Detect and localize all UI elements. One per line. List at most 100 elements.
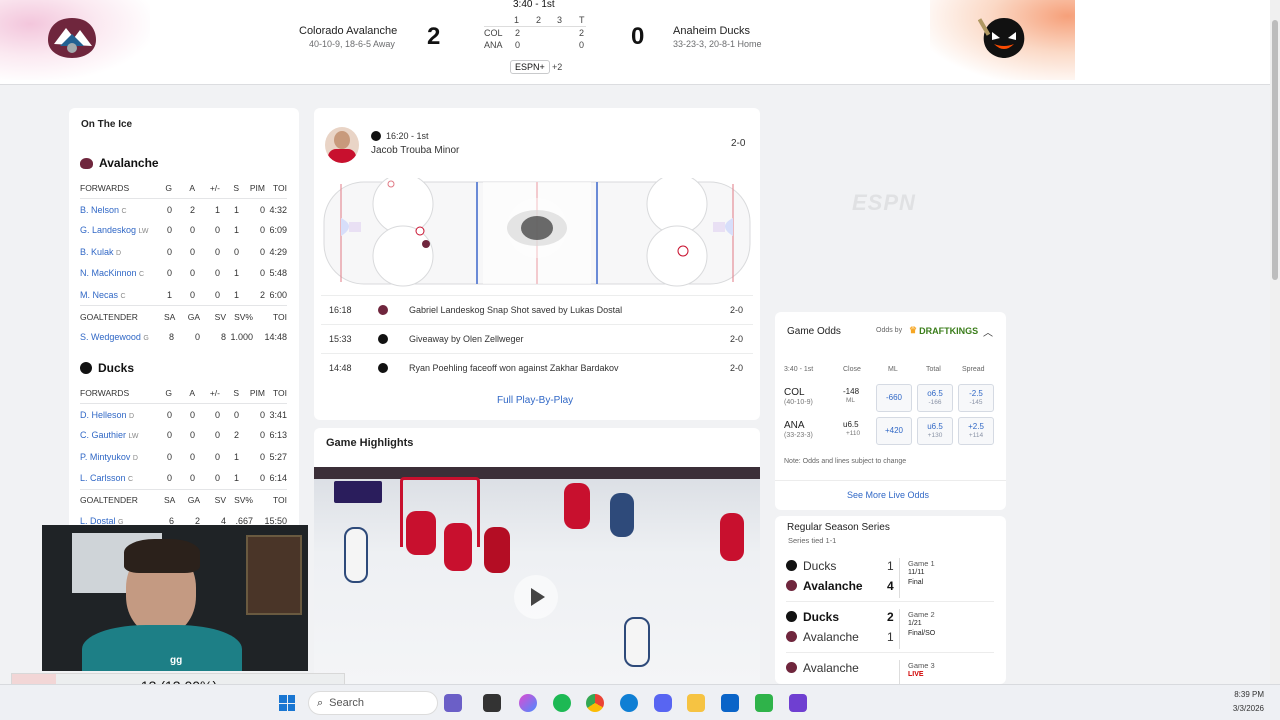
col-header: A: [189, 182, 195, 193]
play-time: 14:48: [329, 363, 352, 373]
play-row[interactable]: 16:18 Gabriel Landeskog Snap Shot saved b…: [321, 295, 753, 324]
player-name-link[interactable]: N. MacKinnon C: [80, 268, 164, 278]
series-game-status: Final: [908, 579, 924, 586]
windows-taskbar: ⌕ Search 8:39 PM 3/3/2026: [0, 684, 1280, 720]
player-name[interactable]: P. Mintyukov: [80, 452, 130, 462]
player-name[interactable]: B. Kulak: [80, 247, 114, 257]
discord-icon[interactable]: [654, 694, 672, 712]
video-broadcast-logo: [334, 481, 382, 503]
player-name-link[interactable]: B. Nelson C: [80, 205, 164, 215]
widgets-app-icon[interactable]: [444, 694, 462, 712]
highlight-video[interactable]: [314, 467, 760, 684]
player-name-link[interactable]: L. Carlsson C: [80, 473, 164, 483]
col-header: SA: [164, 495, 176, 506]
player-name[interactable]: B. Nelson: [80, 205, 119, 215]
odds-provider: DRAFTKINGS: [919, 325, 979, 336]
odds-moneyline-button[interactable]: +420: [876, 417, 912, 445]
forwards-header-row: FORWARDS G A +/- S PIM TOI: [80, 177, 287, 198]
series-team-score: 1: [887, 558, 894, 573]
spotify-icon[interactable]: [553, 694, 571, 712]
broadcast-more[interactable]: +2: [552, 62, 562, 72]
player-name-link[interactable]: S. Wedgewood G: [80, 332, 164, 342]
col-header: S: [233, 387, 239, 398]
avalanche-mini-logo-icon: [367, 305, 399, 315]
odds-spread-button[interactable]: -2.5 -145: [958, 384, 994, 412]
player-name[interactable]: L. Carlsson: [80, 473, 126, 483]
away-team-name[interactable]: Anaheim Ducks: [673, 25, 750, 37]
play-button[interactable]: [514, 575, 558, 619]
taskbar-search-label: Search: [329, 697, 365, 709]
player-name-link[interactable]: M. Necas C: [80, 290, 164, 300]
series-game[interactable]: Ducks 2 Avalanche 1 Game 2 1/21 Final/SO: [786, 607, 994, 653]
app-icon[interactable]: [755, 694, 773, 712]
home-team-name[interactable]: Colorado Avalanche: [299, 25, 397, 37]
full-play-by-play-link[interactable]: Full Play-By-Play: [497, 395, 573, 406]
chrome-icon[interactable]: [586, 694, 604, 712]
player-name[interactable]: S. Wedgewood: [80, 332, 141, 342]
player-name-link[interactable]: B. Kulak D: [80, 247, 164, 257]
file-explorer-icon[interactable]: [687, 694, 705, 712]
broadcast-badge[interactable]: ESPN+: [510, 60, 550, 74]
player-row: L. Carlsson C 0 0 0 1 0 6:14: [80, 468, 287, 489]
task-view-icon[interactable]: [483, 694, 501, 712]
odds-moneyline-button[interactable]: -660: [876, 384, 912, 412]
copilot-icon[interactable]: [519, 694, 537, 712]
series-game[interactable]: Ducks 1 Avalanche 4 Game 1 11/11 Final: [786, 556, 994, 602]
player-name[interactable]: M. Necas: [80, 290, 118, 300]
odds-spread-button[interactable]: +2.5 +114: [958, 417, 994, 445]
player-headshot: [325, 127, 359, 163]
player-name-link[interactable]: D. Helleson D: [80, 410, 164, 420]
ducks-logo[interactable]: [978, 14, 1030, 60]
home-score: 2: [427, 23, 441, 50]
odds-total-button[interactable]: u6.5 +130: [917, 417, 953, 445]
avalanche-header: Avalanche: [80, 153, 159, 173]
on-ice-title: On The Ice: [81, 119, 133, 130]
linescore-away-total: 0: [579, 40, 585, 50]
play-time: 16:18: [329, 305, 352, 315]
windows-start-icon[interactable]: [279, 695, 295, 711]
ducks-mini-logo-icon: [367, 363, 399, 373]
taskbar-date[interactable]: 3/3/2026: [1222, 704, 1264, 713]
period-header-2: 2: [536, 15, 542, 25]
avalanche-logo[interactable]: [46, 16, 98, 60]
video-player: [444, 523, 472, 571]
odds-spread: -2.5: [969, 389, 983, 399]
play-row[interactable]: 14:48 Ryan Poehling faceoff won against Z…: [321, 353, 753, 382]
forwards-header-row: FORWARDS G A +/- S PIM TOI: [80, 382, 287, 403]
stat-cell: 0: [214, 268, 220, 279]
player-row: D. Helleson D 0 0 0 0 0 3:41: [80, 403, 287, 424]
play-row[interactable]: 15:33 Giveaway by Olen Zellweger 2-0: [321, 324, 753, 353]
player-name[interactable]: G. Landeskog: [80, 225, 136, 235]
taskbar-time[interactable]: 8:39 PM: [1228, 690, 1264, 699]
series-team-name: Avalanche: [803, 660, 859, 675]
series-team-name: Avalanche: [803, 629, 859, 644]
series-game-status: LIVE: [908, 671, 924, 678]
chevron-up-icon[interactable]: ︿: [983, 324, 993, 339]
webcam-caption: gg: [170, 655, 183, 666]
edge-icon[interactable]: [620, 694, 638, 712]
taskbar-search[interactable]: ⌕ Search: [308, 691, 438, 715]
player-name[interactable]: C. Gauthier: [80, 430, 126, 440]
see-more-odds-link[interactable]: See More Live Odds: [847, 490, 929, 500]
linescore-home-total: 2: [579, 28, 585, 38]
draftkings-logo[interactable]: ♛ DRAFTKINGS: [909, 325, 978, 336]
video-player: [484, 527, 510, 573]
stat-cell: 0: [166, 451, 172, 462]
calculator-app-icon[interactable]: [789, 694, 807, 712]
player-name[interactable]: D. Helleson: [80, 410, 127, 420]
video-player: [720, 513, 744, 561]
ducks-team-label: Ducks: [98, 361, 135, 375]
outlook-icon[interactable]: [721, 694, 739, 712]
stat-cell: 0: [166, 268, 172, 279]
player-name-link[interactable]: P. Mintyukov D: [80, 452, 164, 462]
video-player: [564, 483, 590, 529]
goalie-header-row: GOALTENDER SA GA SV SV% TOI: [80, 305, 287, 326]
avalanche-team-label: Avalanche: [99, 156, 159, 170]
player-name[interactable]: N. MacKinnon: [80, 268, 137, 278]
odds-spread-sub: -145: [969, 398, 983, 406]
col-header: FORWARDS: [80, 387, 130, 398]
odds-total-button[interactable]: o6.5 -166: [917, 384, 953, 412]
player-name-link[interactable]: C. Gauthier LW: [80, 430, 164, 440]
player-name-link[interactable]: G. Landeskog LW: [80, 225, 164, 235]
scrollbar-thumb[interactable]: [1272, 20, 1278, 280]
